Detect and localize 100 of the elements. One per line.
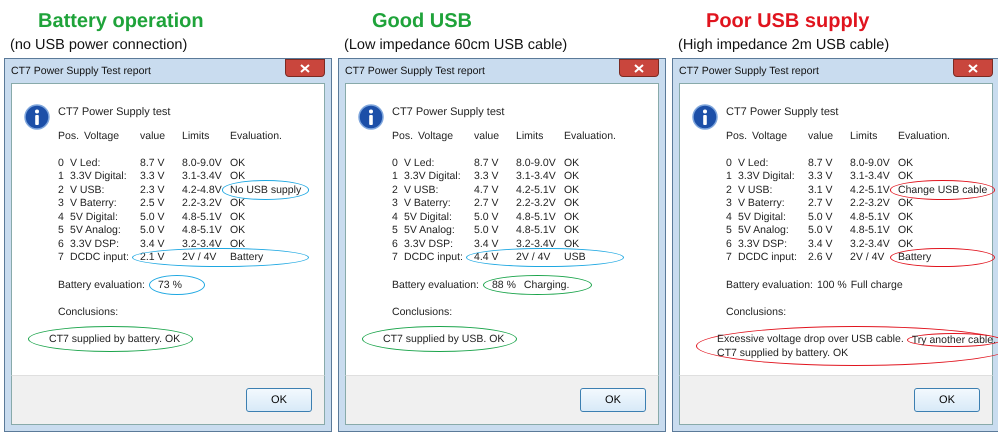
table-cell-text: 4.8-5.1V — [516, 224, 557, 236]
conclusions-label: Conclusions: — [58, 306, 120, 318]
close-icon — [634, 64, 644, 72]
table-cell-text: 2.2-3.2V — [516, 197, 557, 210]
column-header: Pos. — [392, 130, 414, 142]
report-heading: CT7 Power Supply test — [726, 106, 840, 118]
table-cell-text: DCDC input: — [404, 251, 464, 264]
table-cell-text: 5V Analog: — [738, 224, 790, 236]
table-cell-text: OK — [230, 238, 246, 250]
table-cell-text: 6 — [392, 238, 399, 250]
table-cell-text: 2.2-3.2V — [850, 197, 891, 210]
table-cell-text: 0 — [726, 156, 733, 169]
info-icon — [24, 104, 50, 130]
table-cell-text: 4.8-5.1V — [850, 224, 891, 236]
column-header: Evaluation. — [564, 130, 616, 142]
table-cell-text: 2.7 V — [474, 197, 500, 210]
close-button[interactable] — [285, 59, 325, 77]
table-cell-text: 2.2-3.2V — [182, 197, 223, 210]
conclusion-text: Try another cable. — [906, 333, 998, 347]
table-cell-text: V Led: — [70, 156, 102, 169]
ok-button[interactable]: OK — [580, 388, 646, 412]
table-cell-text: 1 — [726, 170, 733, 182]
column-header: Limits — [182, 130, 210, 142]
ok-button[interactable]: OK — [914, 388, 980, 412]
conclusion-text: CT7 supplied by USB. OK — [383, 333, 504, 345]
close-button[interactable] — [619, 59, 659, 77]
table-cell-text: 4.4 V — [474, 251, 500, 264]
table-cell-text: OK — [564, 224, 580, 236]
table-cell-text: DCDC input: — [738, 251, 798, 264]
table-cell-text: 4.2-4.8V — [182, 184, 223, 196]
table-cell-text: 3.2-3.4V — [182, 238, 223, 250]
column-header: Voltage — [752, 130, 788, 142]
conclusions-label: Conclusions: — [726, 306, 788, 318]
table-cell-text: 8.7 V — [140, 156, 166, 169]
report-heading: CT7 Power Supply test — [392, 106, 506, 118]
table-cell-text: 4 — [58, 210, 65, 223]
table-cell-text: OK — [898, 224, 914, 236]
table-cell-text: 6 — [726, 238, 733, 250]
battery-value: 73 % — [158, 279, 182, 291]
column-header: Evaluation. — [230, 130, 283, 142]
column-header: value — [808, 130, 834, 142]
table-cell: Change USB cable — [898, 184, 988, 196]
conclusion-text: CT7 supplied by battery. OK — [49, 333, 180, 345]
table-cell-text: OK — [230, 210, 246, 223]
panel-subtitle: (no USB power connection) — [10, 36, 188, 54]
table-cell-text: 5.0 V — [808, 210, 834, 223]
table-cell-text: 5V Digital: — [70, 210, 119, 223]
table-cell-text: 2.3 V — [140, 184, 166, 196]
table-cell-text: OK — [564, 184, 580, 196]
table-cell-text: V USB: — [70, 184, 106, 196]
table-cell-text: 7 — [726, 251, 733, 264]
table-cell-text: 5.0 V — [474, 224, 500, 236]
close-button[interactable] — [953, 59, 993, 77]
table-cell-text: 6 — [58, 238, 65, 250]
table-cell-text: 4.2-5.1V — [850, 184, 891, 196]
column-header: Limits — [516, 130, 544, 142]
panel-heading: Battery operation — [38, 9, 205, 34]
column-header: value — [474, 130, 500, 142]
info-icon — [692, 104, 718, 130]
table-cell-text: V USB: — [738, 184, 774, 196]
table-cell-text: 3.3V Digital: — [70, 170, 128, 182]
battery-label: Battery evaluation: — [726, 279, 813, 291]
conclusion-text: Excessive voltage drop over USB cable. — [717, 333, 904, 347]
panel-heading: Poor USB supply — [706, 9, 870, 34]
table-cell-text: 2 — [392, 184, 399, 196]
ok-button[interactable]: OK — [246, 388, 312, 412]
table-cell-text: OK — [898, 170, 914, 182]
column-header: Limits — [850, 130, 878, 142]
table-cell-text: 1 — [392, 170, 399, 182]
table-cell-text: OK — [230, 170, 246, 182]
table-cell-text: 3.3V DSP: — [404, 238, 454, 250]
column-header: Pos. — [726, 130, 748, 142]
table-cell-text: 3.4 V — [808, 238, 834, 250]
table-cell-text: OK — [898, 238, 914, 250]
panel-subtitle: (Low impedance 60cm USB cable) — [344, 36, 568, 54]
table-cell-text: 3 — [392, 197, 399, 210]
table-cell-text: OK — [898, 210, 914, 223]
table-cell-text: 3.3V Digital: — [404, 170, 462, 182]
table-cell-text: 3.2-3.4V — [850, 238, 891, 250]
table-cell-text: USB — [564, 251, 587, 264]
table-cell-text: 3.3 V — [140, 170, 166, 182]
table-cell-text: 2 — [726, 184, 733, 196]
table-cell-text: 4 — [726, 210, 733, 223]
table-cell-text: 2V / 4V — [182, 251, 218, 264]
table-cell-text: OK — [564, 238, 580, 250]
table-cell-text: 8.0-9.0V — [850, 156, 891, 169]
table-cell-text: OK — [898, 156, 914, 169]
table-cell-text: DCDC input: — [70, 251, 130, 264]
table-cell-text: 5 — [726, 224, 733, 236]
table-cell-text: 5V Digital: — [738, 210, 787, 223]
table-cell-text: 5 — [58, 224, 65, 236]
table-cell-text: 3.2-3.4V — [516, 238, 557, 250]
table-cell-text: 4.8-5.1V — [182, 210, 223, 223]
table-cell-text: 7 — [58, 251, 65, 264]
table-cell-text: 3.1 V — [808, 184, 834, 196]
table-cell-text: 2.6 V — [808, 251, 834, 264]
table-cell-text: 8.0-9.0V — [182, 156, 223, 169]
table-cell-text: 5V Digital: — [404, 210, 453, 223]
table-cell-text: 8.7 V — [474, 156, 500, 169]
battery-value: 88 % — [492, 279, 516, 291]
